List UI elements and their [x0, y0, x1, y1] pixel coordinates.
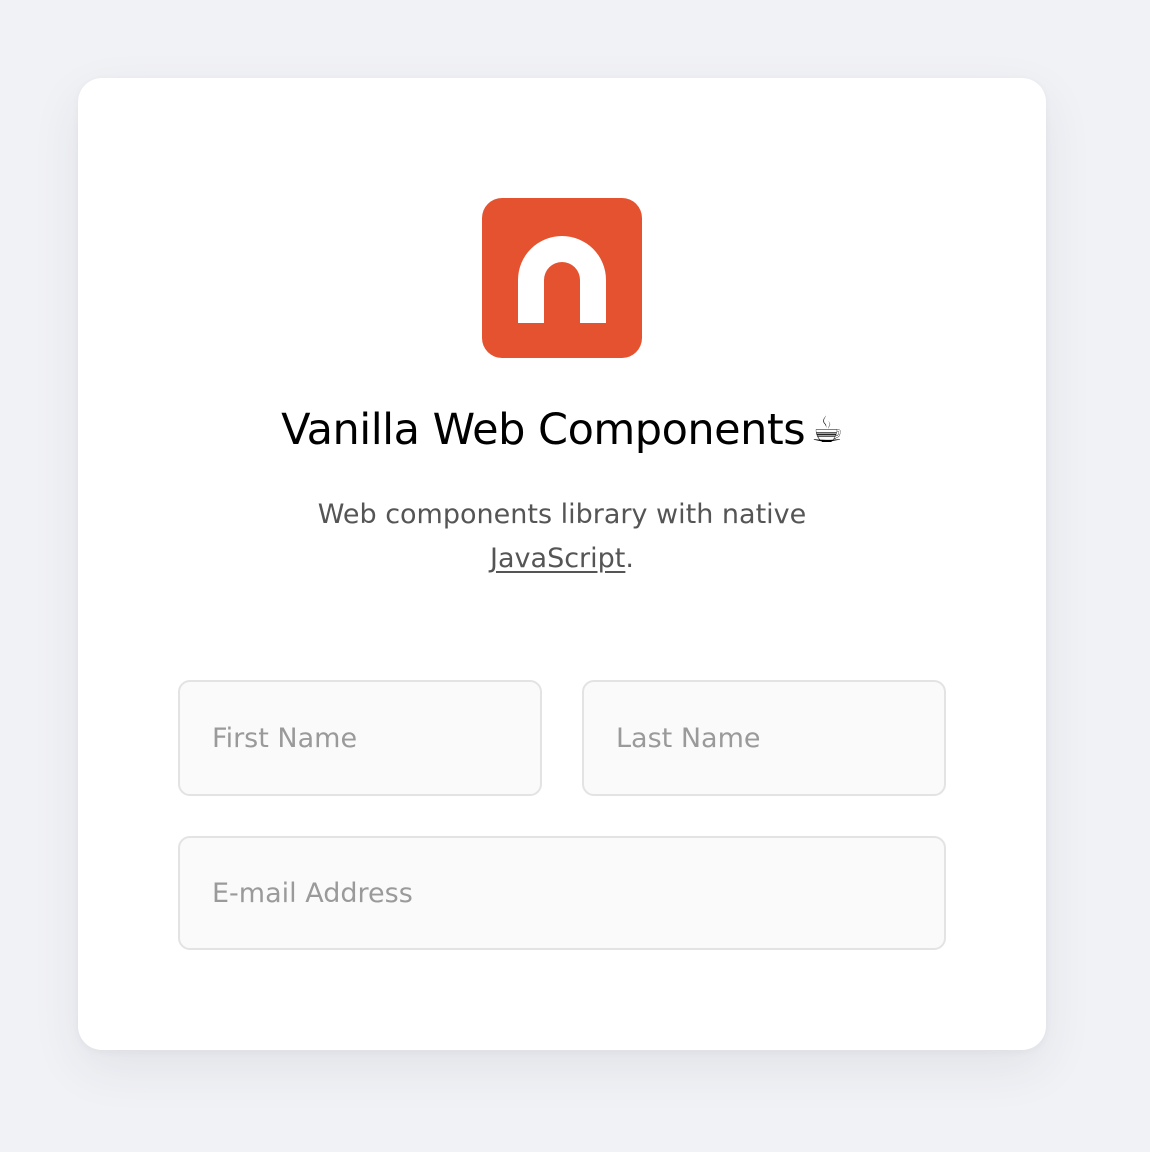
javascript-link[interactable]: JavaScript: [490, 543, 625, 574]
description-text: Web components library with native: [317, 499, 807, 530]
signup-card: Vanilla Web Components ☕ Web components l…: [78, 78, 1046, 1050]
page-description: Web components library with native JavaS…: [292, 493, 832, 581]
vanilla-logo-icon: [482, 198, 642, 358]
title-text: Vanilla Web Components: [281, 405, 806, 455]
first-name-input[interactable]: [178, 680, 542, 796]
description-period: .: [625, 543, 634, 574]
last-name-input[interactable]: [582, 680, 946, 796]
coffee-icon: ☕: [811, 410, 843, 451]
page-title: Vanilla Web Components ☕: [78, 400, 1046, 461]
email-input[interactable]: [178, 836, 946, 950]
